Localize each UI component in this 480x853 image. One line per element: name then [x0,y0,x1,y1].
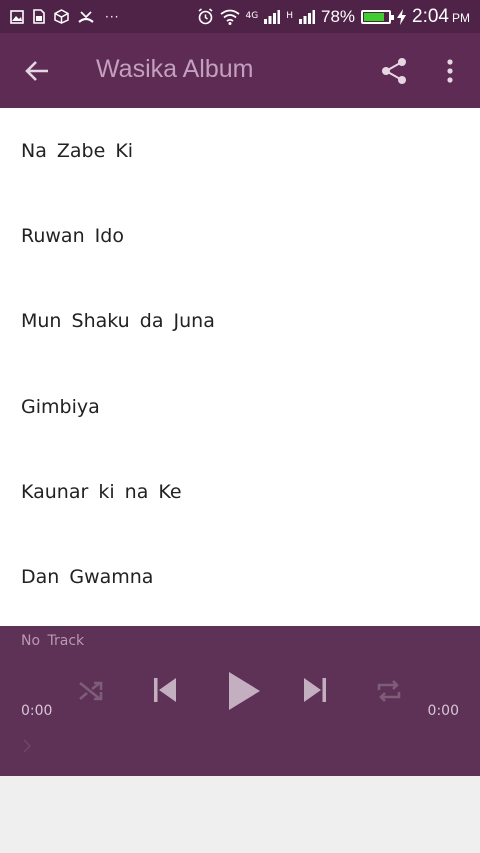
track-item-3[interactable]: Mun Shaku da Juna [0,279,480,364]
battery-percent: 78% [320,6,356,26]
alarm-icon [198,8,212,25]
now-playing-title: No Track [21,633,85,649]
clock-time: 2:04 [412,5,449,27]
track-item-2[interactable]: Ruwan Ido [0,193,480,278]
missed-call-icon [78,10,94,23]
share-icon [382,58,406,84]
previous-button[interactable] [150,675,180,705]
share-button[interactable] [378,55,410,87]
signal-icon-sim2 [298,10,315,24]
status-bar: ··· 4G H 78% 2:04 PM [0,0,480,33]
music-player: No Track 0:00 0:00 [0,626,480,776]
track-item-4[interactable]: Gimbiya [0,364,480,449]
package-icon [54,9,69,24]
arrow-back-icon [25,61,48,81]
play-button[interactable] [224,669,264,713]
charging-icon [397,8,407,25]
bottom-empty-area [0,776,480,853]
more-notifications-indicator: ··· [105,9,120,24]
image-icon [10,9,24,24]
repeat-button[interactable] [374,676,404,706]
back-button[interactable] [22,57,52,85]
skip-previous-icon [154,678,176,702]
play-icon [229,672,260,710]
repeat-icon [377,680,401,702]
track-item-1[interactable]: Na Zabe Ki [0,108,480,193]
track-item-5[interactable]: Kaunar ki na Ke [0,449,480,534]
total-duration: 0:00 [427,703,459,719]
skip-next-icon [304,678,326,702]
track-item-6[interactable]: Dan Gwamna [0,534,480,619]
next-button[interactable] [300,675,330,705]
clock-ampm: PM [452,10,470,25]
more-vert-icon [447,59,453,83]
overflow-menu-button[interactable] [437,55,463,87]
network-type-2: H [286,11,293,21]
elapsed-time: 0:00 [21,703,53,719]
signal-icon [264,10,281,24]
app-bar: Wasika Album [0,33,480,108]
seek-handle[interactable] [21,739,33,753]
sim-icon [33,9,45,24]
battery-icon [361,9,395,24]
page-title: Wasika Album [96,55,254,83]
notification-icons: ··· [10,9,119,24]
network-type-1: 4G [245,11,259,21]
shuffle-button[interactable] [76,676,106,706]
wifi-icon [219,9,240,25]
track-list: Na Zabe Ki Ruwan Ido Mun Shaku da Juna G… [0,108,480,626]
shuffle-icon [79,681,103,701]
